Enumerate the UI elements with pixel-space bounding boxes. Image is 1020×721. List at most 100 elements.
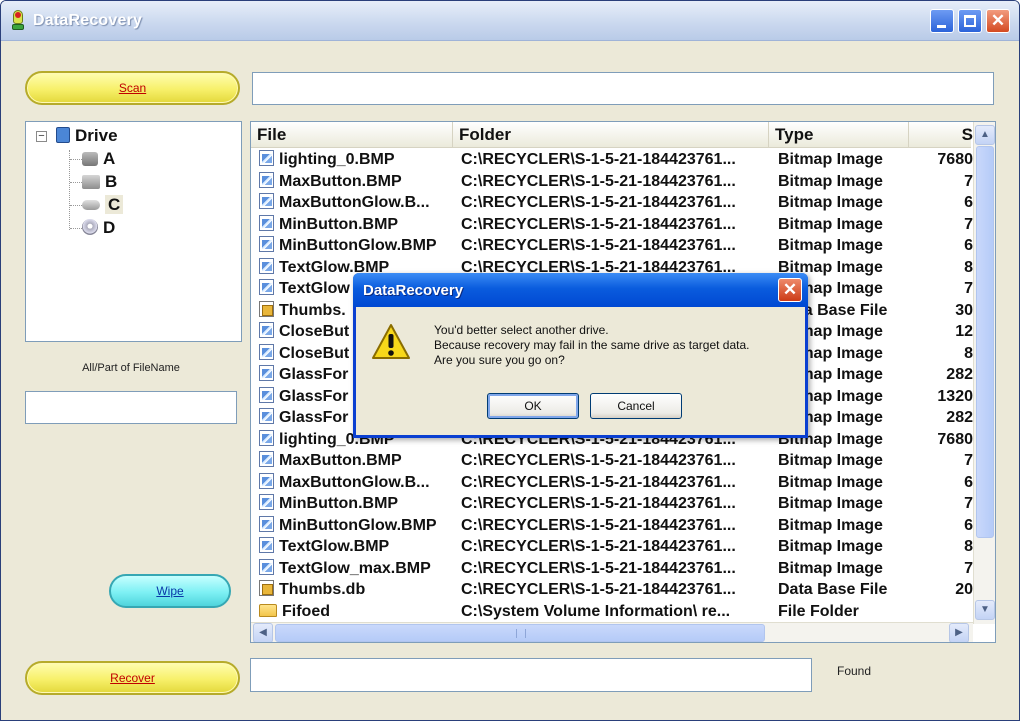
filename-input[interactable] [25,391,237,424]
cancel-button[interactable]: Cancel [590,393,682,419]
file-name: GlassFor [279,366,349,383]
close-icon: ✕ [782,280,798,299]
folder-cell: C:\RECYCLER\S-1-5-21-184423761... [461,237,736,254]
size-cell: 1320 [937,387,973,405]
bitmap-file-icon [259,408,274,424]
dialog-close-button[interactable]: ✕ [778,278,802,302]
bitmap-file-icon [259,494,274,510]
file-name: Thumbs. [279,301,346,319]
table-row[interactable]: MinButton.BMP C:\RECYCLER\S-1-5-21-184423… [251,493,973,515]
table-row[interactable]: MinButtonGlow.BMP C:\RECYCLER\S-1-5-21-18… [251,235,973,257]
bitmap-file-icon [259,472,274,489]
table-row[interactable]: lighting_0.BMP C:\RECYCLER\S-1-5-21-18442… [251,149,973,171]
folder-cell: C:\RECYCLER\S-1-5-21-184423761... [461,495,736,512]
size-cell: 6 [964,237,973,254]
wipe-button[interactable]: Wipe [109,574,231,608]
vertical-scroll-thumb[interactable] [976,146,994,538]
recover-button[interactable]: Recover [25,661,240,695]
file-name: MinButton.BMP [279,495,399,512]
size-cell: 30 [955,301,973,319]
table-row[interactable]: TextGlow.BMP C:\RECYCLER\S-1-5-21-1844237… [251,536,973,558]
table-row[interactable]: MaxButton.BMP C:\RECYCLER\S-1-5-21-184423… [251,171,973,193]
type-cell: Data Base File [778,581,888,598]
size-cell: 7 [964,280,973,297]
tree-item-drive-a[interactable]: A [82,148,115,170]
bitmap-file-icon [259,279,274,295]
drive-tree[interactable]: − Drive A B C D [25,121,242,342]
database-file-icon [259,580,274,596]
table-row[interactable]: MaxButton.BMP C:\RECYCLER\S-1-5-21-184423… [251,450,973,472]
file-name: Fifoed [282,602,330,620]
scroll-down-icon[interactable]: ▼ [975,600,995,620]
size-cell: 7 [964,495,973,512]
ok-button[interactable]: OK [487,393,579,419]
type-cell: Bitmap Image [778,151,883,168]
file-name: MaxButtonGlow.B... [279,473,430,491]
bitmap-file-icon [259,537,274,553]
bitmap-file-icon [259,386,274,403]
table-row[interactable]: MaxButtonGlow.B... C:\RECYCLER\S-1-5-21-1… [251,192,973,214]
bitmap-file-icon [259,236,274,252]
column-header-type[interactable]: Type [769,122,909,148]
size-cell: 8 [964,344,973,362]
file-name: TextGlow_max.BMP [279,559,431,577]
tree-item-drive-d[interactable]: D [82,217,115,239]
file-name: lighting_0.BMP [279,151,395,168]
file-cell: MaxButton.BMP [259,450,459,472]
scroll-right-icon[interactable]: ▶ [949,623,969,642]
maximize-button[interactable] [958,9,982,33]
scroll-up-icon[interactable]: ▲ [975,125,995,145]
bitmap-file-icon [259,365,274,381]
collapse-icon[interactable]: − [36,131,47,142]
table-row[interactable]: Thumbs.db C:\RECYCLER\S-1-5-21-184423761.… [251,579,973,601]
file-cell: MaxButton.BMP [259,171,459,193]
table-row[interactable]: MaxButtonGlow.B... C:\RECYCLER\S-1-5-21-1… [251,472,973,494]
horizontal-scrollbar[interactable]: ◀ ▶ [251,622,973,642]
table-row[interactable]: TextGlow_max.BMP C:\RECYCLER\S-1-5-21-184… [251,558,973,580]
folder-cell: C:\RECYCLER\S-1-5-21-184423761... [461,151,736,168]
size-cell: 7 [964,559,973,577]
path-input[interactable] [252,72,994,105]
column-header-size[interactable]: S [909,122,973,148]
bitmap-file-icon [259,343,274,360]
folder-cell: C:\RECYCLER\S-1-5-21-184423761... [461,215,736,233]
column-header-folder[interactable]: Folder [453,122,769,148]
dialog-title: DataRecovery [363,282,464,299]
bitmap-file-icon [259,214,274,231]
folder-cell: C:\RECYCLER\S-1-5-21-184423761... [461,538,736,555]
file-cell: MinButton.BMP [259,214,459,236]
minimize-button[interactable] [930,9,954,33]
scan-button[interactable]: Scan [25,71,240,105]
found-label: Found [837,664,872,678]
table-row[interactable]: MinButton.BMP C:\RECYCLER\S-1-5-21-184423… [251,214,973,236]
list-header: File Folder Type S [251,122,973,148]
dialog-message: You'd better select another drive. Becau… [434,323,806,368]
type-cell: Bitmap Image [778,538,883,555]
title-bar[interactable]: DataRecovery ✕ [1,1,1019,41]
size-cell: 282 [946,409,973,426]
type-cell: File Folder [778,602,859,620]
file-name: TextGlow.BMP [279,538,390,555]
horizontal-scroll-thumb[interactable] [275,624,765,642]
scroll-left-icon[interactable]: ◀ [253,623,273,642]
dialog-title-bar[interactable]: DataRecovery ✕ [353,273,808,307]
vertical-scrollbar[interactable]: ▲ ▼ [973,122,995,624]
tree-root-drive[interactable]: Drive [56,125,118,147]
type-cell: Bitmap Image [778,172,883,190]
bitmap-file-icon [259,558,274,575]
tree-item-drive-c[interactable]: C [82,194,124,216]
file-cell: MaxButtonGlow.B... [259,192,459,214]
network-drive-icon [82,175,100,189]
size-cell: 8 [964,258,973,276]
tree-item-drive-b[interactable]: B [82,171,117,193]
file-cell: Fifoed [259,601,459,623]
app-window: DataRecovery ✕ Scan − Drive A B C D All/… [0,0,1020,721]
size-cell: 282 [946,366,973,383]
close-button[interactable]: ✕ [986,9,1010,33]
table-row[interactable]: MinButtonGlow.BMP C:\RECYCLER\S-1-5-21-18… [251,515,973,537]
column-header-file[interactable]: File [251,122,453,148]
table-row[interactable]: Fifoed C:\System Volume Information\ re..… [251,601,973,623]
folder-cell: C:\RECYCLER\S-1-5-21-184423761... [461,194,736,211]
file-name: GlassFor [279,387,349,405]
folder-cell: C:\RECYCLER\S-1-5-21-184423761... [461,473,736,491]
